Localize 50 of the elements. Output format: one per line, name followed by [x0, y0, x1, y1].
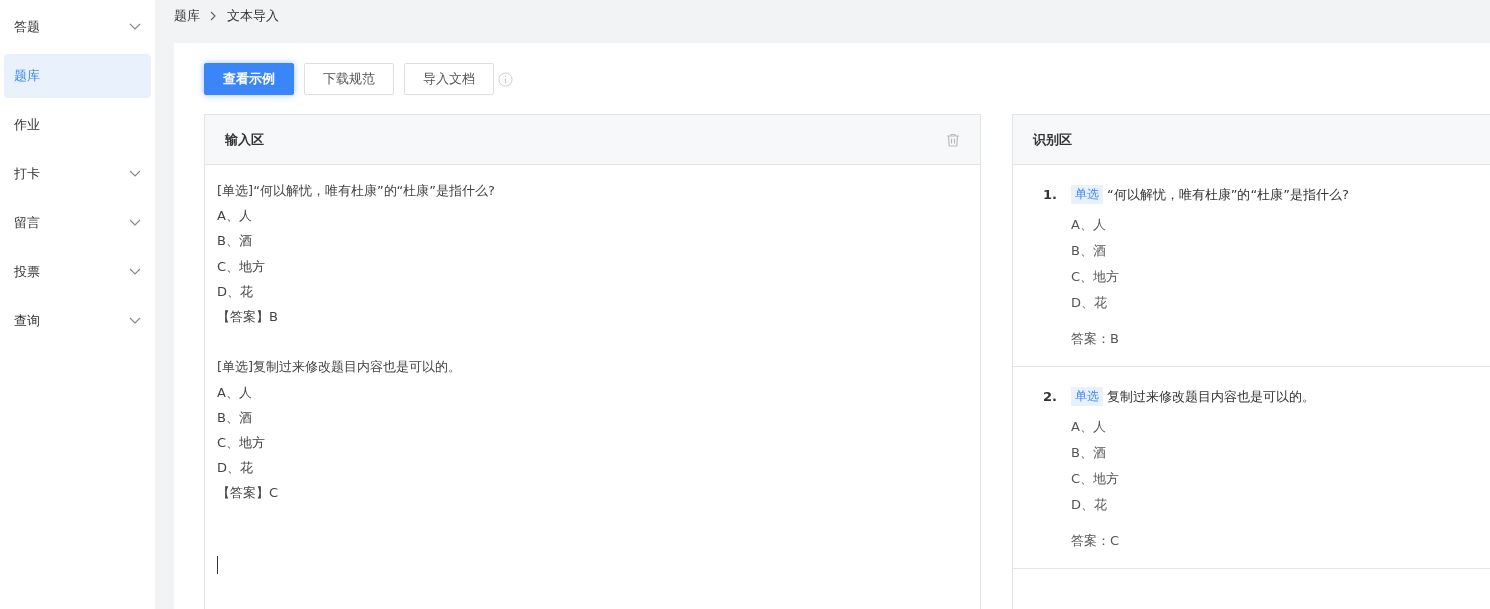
sidebar-item[interactable]: 作业	[4, 103, 151, 147]
answer-text: 答案：B	[1071, 330, 1120, 348]
option-text: A、人	[1071, 216, 1107, 234]
chevron-right-icon	[210, 11, 217, 21]
toolbar-button[interactable]: 查看示例	[204, 63, 294, 95]
text-line: A、人	[217, 383, 253, 402]
chevron-down-icon	[129, 23, 141, 31]
chevron-down-icon	[129, 317, 141, 325]
toolbar-button[interactable]: 导入文档	[404, 63, 494, 95]
toolbar-button[interactable]: 下载规范	[304, 63, 394, 95]
text-line: D、花	[217, 282, 254, 301]
option-text: D、花	[1071, 294, 1108, 312]
text-line: 【答案】C	[217, 484, 280, 503]
option-text: B、酒	[1071, 242, 1107, 260]
question-type-tag: 单选	[1071, 387, 1103, 406]
text-line: D、花	[217, 459, 254, 478]
text-line: [单选]复制过来修改题目内容也是可以的。	[217, 358, 463, 377]
sidebar-item[interactable]: 投票	[4, 250, 151, 294]
question-stem: 复制过来修改题目内容也是可以的。	[1107, 387, 1315, 406]
option-text: D、花	[1071, 496, 1108, 514]
option-text: C、地方	[1071, 268, 1121, 286]
text-cursor	[217, 555, 218, 574]
text-line: A、人	[217, 207, 253, 226]
answer-text: 答案：C	[1071, 532, 1121, 550]
option-text: C、地方	[1071, 470, 1121, 488]
breadcrumb-item: 文本导入	[227, 7, 279, 25]
sidebar-item[interactable]: 留言	[4, 201, 151, 245]
sidebar-item[interactable]: 查询	[4, 299, 151, 343]
sidebar-item[interactable]: 答题	[4, 5, 151, 49]
breadcrumb-item[interactable]: 题库	[174, 7, 200, 25]
question-stem: “何以解忧，唯有杜康”的“杜康”是指什么?	[1107, 185, 1349, 204]
panel-title: 识别区	[1033, 130, 1072, 149]
question-number: 1.	[1043, 187, 1058, 202]
option-text: A、人	[1071, 418, 1107, 436]
text-line: C、地方	[217, 257, 267, 276]
option-text: B、酒	[1071, 444, 1107, 462]
sidebar-item[interactable]: 打卡	[4, 152, 151, 196]
trash-icon[interactable]	[946, 132, 960, 147]
info-icon[interactable]	[498, 71, 513, 87]
chevron-down-icon	[129, 268, 141, 276]
panel-title: 输入区	[225, 130, 264, 149]
text-line: 【答案】B	[217, 308, 279, 326]
question-type-tag: 单选	[1071, 185, 1103, 204]
text-line: [单选]“何以解忧，唯有杜康”的“杜康”是指什么?	[217, 182, 496, 200]
text-line: B、酒	[217, 232, 253, 251]
chevron-down-icon	[129, 170, 141, 178]
chevron-down-icon	[129, 219, 141, 227]
question-number: 2.	[1043, 389, 1058, 404]
text-line: B、酒	[217, 408, 253, 427]
text-line: C、地方	[217, 434, 267, 452]
